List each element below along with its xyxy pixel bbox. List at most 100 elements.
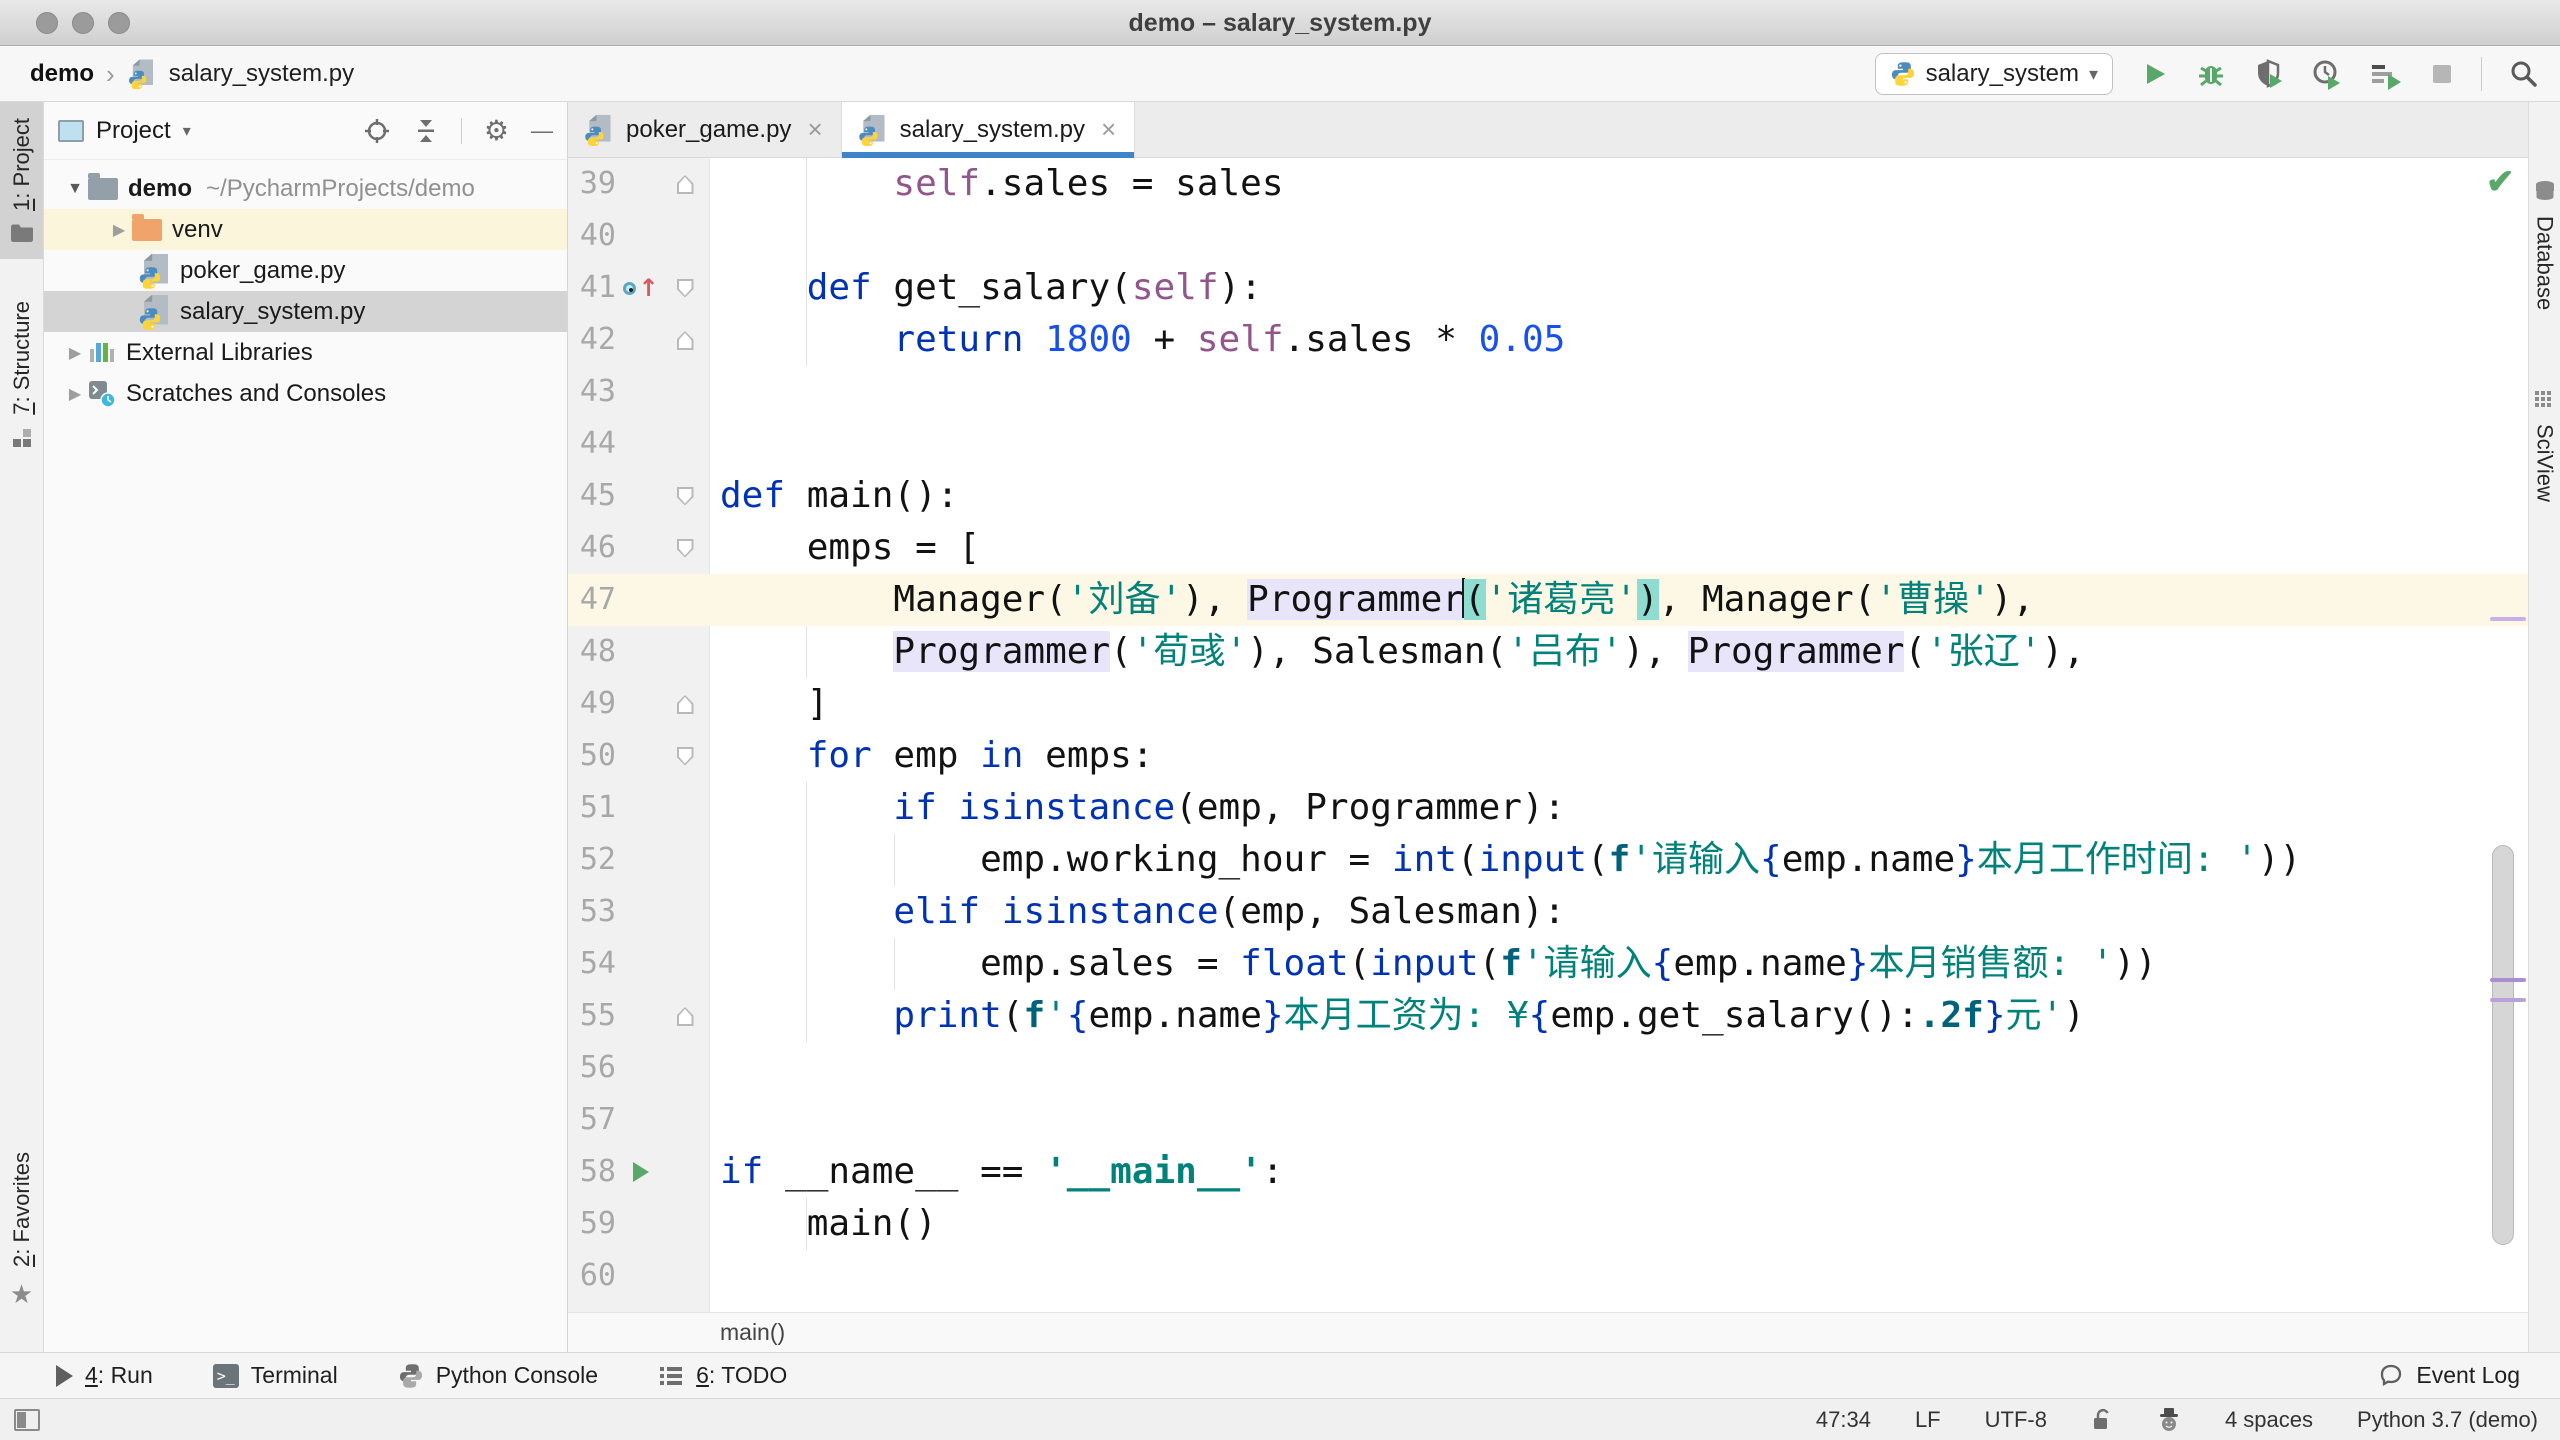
code-line-44[interactable]: 44 <box>568 418 2528 470</box>
tab-salary-system[interactable]: salary_system.py × <box>841 102 1136 158</box>
tree-item-salary-system[interactable]: salary_system.py <box>44 291 567 332</box>
tool-stripe-structure[interactable]: 7: Structure <box>0 285 43 465</box>
chevron-right-icon: › <box>106 58 115 89</box>
code-line-58[interactable]: 58 if __name__ == '__main__': <box>568 1146 2528 1198</box>
tree-collapsed-icon[interactable]: ▶ <box>62 343 88 363</box>
code-line-39[interactable]: 39 self.sales = sales <box>568 158 2528 210</box>
tree-item-path: ~/PycharmProjects/demo <box>206 174 475 202</box>
tab-poker-game[interactable]: poker_game.py × <box>568 102 842 157</box>
fold-marker-icon[interactable] <box>677 1007 694 1026</box>
collapse-all-icon[interactable] <box>413 118 439 144</box>
code-line-47[interactable]: 47 Manager('刘备'), Programmer('诸葛亮'), Man… <box>568 574 2528 626</box>
override-method-icon[interactable]: ↑ <box>616 276 666 300</box>
code-line-52[interactable]: 52 emp.working_hour = int(input(f'请输入{em… <box>568 834 2528 886</box>
toolwindow-run-label: 4: Run <box>85 1362 153 1388</box>
profiler-button[interactable] <box>2311 58 2343 90</box>
search-everywhere-icon[interactable] <box>2508 58 2540 90</box>
code-line-50[interactable]: 50 for emp in emps: <box>568 730 2528 782</box>
project-panel-title[interactable]: Project <box>96 117 171 145</box>
stop-button[interactable] <box>2429 61 2455 87</box>
tree-item-demo[interactable]: ▼ demo ~/PycharmProjects/demo <box>44 168 567 209</box>
fold-marker-icon[interactable] <box>677 487 694 506</box>
close-tab-icon[interactable]: × <box>1101 114 1116 145</box>
run-concurrency-button[interactable] <box>2369 58 2403 90</box>
code-line-54[interactable]: 54 emp.sales = float(input(f'请输入{emp.nam… <box>568 938 2528 990</box>
tool-stripe-favorites[interactable]: 2: Favorites ★ <box>0 1136 43 1326</box>
panel-header-separator <box>460 117 462 144</box>
code-line-60[interactable]: 60 <box>568 1250 2528 1302</box>
code-line-46[interactable]: 46 emps = [ <box>568 522 2528 574</box>
fold-marker-icon[interactable] <box>677 539 694 558</box>
event-log-button[interactable]: Event Log <box>2378 1362 2520 1389</box>
code-text: Programmer('荀彧'), Salesman('吕布'), Progra… <box>893 631 2085 672</box>
highlighting-level-icon[interactable] <box>2157 1407 2181 1433</box>
fold-marker-icon[interactable] <box>677 175 694 194</box>
code-line-49[interactable]: 49 ] <box>568 678 2528 730</box>
code-line-41[interactable]: 41 ↑ def get_salary(self): <box>568 262 2528 314</box>
line-separator[interactable]: LF <box>1915 1407 1941 1433</box>
fold-marker-icon[interactable] <box>677 747 694 766</box>
inspections-ok-icon[interactable]: ✔ <box>2486 162 2515 202</box>
breadcrumb-main[interactable]: main() <box>720 1319 785 1346</box>
python-interpreter[interactable]: Python 3.7 (demo) <box>2357 1407 2538 1433</box>
tool-stripe-project[interactable]: 1: Project <box>0 102 43 259</box>
tool-stripe-structure-label: 7: Structure <box>8 300 34 415</box>
run-button[interactable] <box>2139 59 2169 89</box>
chevron-down-icon[interactable]: ▾ <box>183 121 191 141</box>
locate-file-icon[interactable] <box>363 117 391 145</box>
error-stripe-mark[interactable] <box>2490 617 2526 621</box>
libraries-icon <box>88 340 116 366</box>
hide-panel-icon[interactable]: — <box>531 117 553 145</box>
toolwindow-python-console-button[interactable]: Python Console <box>398 1362 598 1389</box>
run-configuration-select[interactable]: salary_system ▾ <box>1874 53 2113 95</box>
gear-icon[interactable]: ⚙ <box>484 116 509 145</box>
code-line-45[interactable]: 45 def main(): <box>568 470 2528 522</box>
code-line-59[interactable]: 59 main() <box>568 1198 2528 1250</box>
breadcrumb-project[interactable]: demo <box>30 60 94 88</box>
code-line-48[interactable]: 48 Programmer('荀彧'), Salesman('吕布'), Pro… <box>568 626 2528 678</box>
tool-stripe-database[interactable]: Database <box>2529 180 2560 326</box>
tree-expanded-icon[interactable]: ▼ <box>62 180 88 198</box>
code-editor[interactable]: 39 self.sales = sales 40 41 ↑ def get_salar… <box>568 158 2528 1312</box>
tool-stripe-sciview[interactable]: SciView <box>2529 390 2560 518</box>
indent-setting[interactable]: 4 spaces <box>2225 1407 2313 1433</box>
code-line-57[interactable]: 57 <box>568 1094 2528 1146</box>
toolwindow-todo-button[interactable]: 6: TODO <box>658 1362 787 1389</box>
code-line-40[interactable]: 40 <box>568 210 2528 262</box>
code-text: Manager('刘备'), Programmer('诸葛亮'), Manage… <box>720 578 2035 620</box>
code-line-42[interactable]: 42 return 1800 + self.sales * 0.05 <box>568 314 2528 366</box>
tree-item-scratches[interactable]: ▶ Scratches and Consoles <box>44 373 567 414</box>
code-line-51[interactable]: 51 if isinstance(emp, Programmer): <box>568 782 2528 834</box>
code-line-43[interactable]: 43 <box>568 366 2528 418</box>
code-line-56[interactable]: 56 <box>568 1042 2528 1094</box>
breadcrumb-file[interactable]: salary_system.py <box>169 60 354 88</box>
fold-marker-icon[interactable] <box>677 279 694 298</box>
debug-button[interactable] <box>2195 58 2227 90</box>
toggle-toolwindows-icon[interactable] <box>14 1408 40 1431</box>
editor-breadcrumbs-bar: main() <box>568 1312 2528 1352</box>
run-with-coverage-button[interactable] <box>2253 58 2285 90</box>
fold-marker-icon[interactable] <box>677 331 694 350</box>
tree-collapsed-icon[interactable]: ▶ <box>106 220 132 240</box>
code-line-53[interactable]: 53 elif isinstance(emp, Salesman): <box>568 886 2528 938</box>
fold-marker-icon[interactable] <box>677 695 694 714</box>
code-text: return 1800 + self.sales * 0.05 <box>893 319 1566 360</box>
tree-item-poker-game[interactable]: poker_game.py <box>44 250 567 291</box>
toolwindow-run-button[interactable]: 4: Run <box>56 1362 153 1389</box>
tree-item-external-libraries[interactable]: ▶ External Libraries <box>44 332 567 373</box>
file-encoding[interactable]: UTF-8 <box>1985 1407 2047 1433</box>
run-line-icon[interactable] <box>616 1162 666 1182</box>
error-stripe-mark[interactable] <box>2490 978 2526 982</box>
toolwindow-terminal-button[interactable]: >_ Terminal <box>212 1362 338 1389</box>
editor-scrollbar-thumb[interactable] <box>2492 845 2514 1245</box>
line-number: 42 <box>579 322 616 357</box>
tree-item-venv[interactable]: ▶ venv <box>44 209 567 250</box>
code-line-55[interactable]: 55 print(f'{emp.name}本月工资为: ¥{emp.get_sa… <box>568 990 2528 1042</box>
close-tab-icon[interactable]: × <box>807 114 822 145</box>
folder-icon <box>132 213 162 241</box>
caret-position[interactable]: 47:34 <box>1816 1407 1871 1433</box>
readonly-lock-icon[interactable] <box>2091 1408 2113 1432</box>
error-stripe-mark[interactable] <box>2490 998 2526 1002</box>
database-icon <box>2534 180 2556 204</box>
tree-collapsed-icon[interactable]: ▶ <box>62 384 88 404</box>
